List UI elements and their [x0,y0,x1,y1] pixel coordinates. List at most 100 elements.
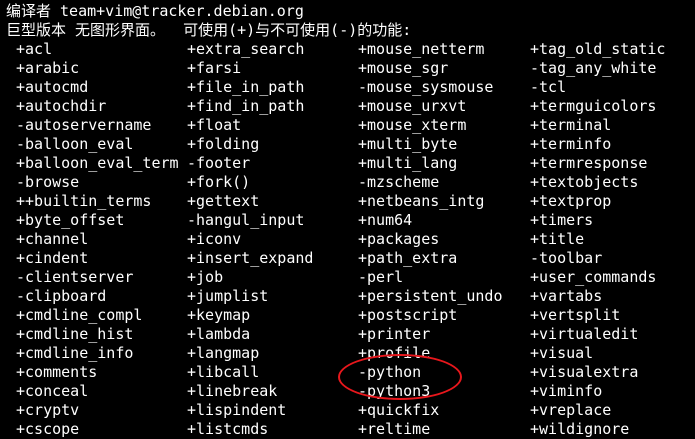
feature-item: +profile [358,344,431,362]
feature-item: +farsi [187,59,242,77]
feature-item: +find_in_path [187,97,305,115]
feature-item: +mouse_urxvt [358,97,467,115]
feature-item: +channel [16,230,89,248]
feature-item: +visualextra [530,363,639,381]
feature-item: -mouse_sysmouse [358,78,494,96]
feature-row: -clientserver +job -perl +user_commands [0,268,695,287]
feature-item: +autochdir [16,97,107,115]
feature-row: +conceal +linebreak -python3 +viminfo [0,382,695,401]
feature-row: -autoservername +float +mouse_xterm +termin… [0,116,695,135]
feature-row: +autochdir +find_in_path +mouse_urxvt +term… [0,97,695,116]
feature-item: +postscript [358,306,458,324]
feature-item: +insert_expand [187,249,314,267]
feature-item: +tag_old_static [530,40,666,58]
feature-item: +cscope [16,420,80,438]
feature-item: +title [530,230,585,248]
feature-item: +arabic [16,59,80,77]
feature-item: +autocmd [16,78,89,96]
feature-item: +keymap [187,306,251,324]
feature-item: -browse [16,173,80,191]
feature-row: ++builtin_terms +gettext +netbeans_intg +te… [0,192,695,211]
feature-item: +multi_lang [358,154,458,172]
feature-item: -tag_any_white [530,59,657,77]
feature-item: +virtualedit [530,325,639,343]
feature-item: +folding [187,135,260,153]
feature-item: +vartabs [530,287,603,305]
feature-row: +channel +iconv +packages +title [0,230,695,249]
feature-item: +lambda [187,325,251,343]
feature-item: +listcmds [187,420,269,438]
feature-item: +linebreak [187,382,278,400]
feature-item: ++builtin_terms [16,192,152,210]
feature-item: +vreplace [530,401,612,419]
feature-item: +textprop [530,192,612,210]
feature-item: +balloon_eval_term [16,154,179,172]
feature-item: +printer [358,325,431,343]
feature-row: -browse +fork() -mzscheme +textobjects [0,173,695,192]
feature-item: -footer [187,154,251,172]
feature-row: +cmdline_compl +keymap +postscript +vertspl… [0,306,695,325]
feature-item: +vertsplit [530,306,621,324]
feature-item: +jumplist [187,287,269,305]
feature-row: -balloon_eval +folding +multi_byte +terminf… [0,135,695,154]
feature-item: +timers [530,211,594,229]
feature-item: +path_extra [358,249,458,267]
feature-item: +lispindent [187,401,287,419]
feature-row: +cmdline_info +langmap +profile +visual [0,344,695,363]
feature-item: -clientserver [16,268,134,286]
feature-item: +cmdline_compl [16,306,143,324]
feature-item: -python [358,363,422,381]
feature-item: +iconv [187,230,242,248]
feature-item: +gettext [187,192,260,210]
feature-item: +textobjects [530,173,639,191]
feature-item: -python3 [358,382,431,400]
feature-item: +fork() [187,173,251,191]
feature-item: +packages [358,230,440,248]
feature-item: +termresponse [530,154,648,172]
feature-item: -toolbar [530,249,603,267]
compiler-line: 编译者 team+vim@tracker.debian.org [6,2,304,20]
feature-item: -autoservername [16,116,152,134]
feature-item: +job [187,268,224,286]
feature-item: +cmdline_info [16,344,134,362]
feature-item: +cryptv [16,401,80,419]
feature-item: +reltime [358,420,431,438]
feature-row: +arabic +farsi +mouse_sgr -tag_any_white [0,59,695,78]
feature-item: -perl [358,268,404,286]
feature-row: +cmdline_hist +lambda +printer +virtualedit [0,325,695,344]
feature-item: +comments [16,363,98,381]
feature-item: +num64 [358,211,413,229]
feature-item: -tcl [530,78,567,96]
feature-row: -clipboard +jumplist +persistent_undo +vart… [0,287,695,306]
feature-item: +viminfo [530,382,603,400]
feature-item: -hangul_input [187,211,305,229]
feature-item: +quickfix [358,401,440,419]
feature-row: +balloon_eval_term -footer +multi_lang +ter… [0,154,695,173]
feature-row: +acl +extra_search +mouse_netterm +tag_old_… [0,40,695,59]
feature-item: -balloon_eval [16,135,134,153]
feature-item: +conceal [16,382,89,400]
feature-item: +multi_byte [358,135,458,153]
feature-item: +float [187,116,242,134]
feature-row: +byte_offset -hangul_input +num64 +timers [0,211,695,230]
feature-item: -mzscheme [358,173,440,191]
feature-item: +termguicolors [530,97,657,115]
feature-item: +mouse_xterm [358,116,467,134]
feature-item: +cindent [16,249,89,267]
feature-item: +libcall [187,363,260,381]
feature-row: +autocmd +file_in_path -mouse_sysmouse -tcl [0,78,695,97]
feature-item: -clipboard [16,287,107,305]
feature-item: +wildignore [530,420,630,438]
feature-item: +cmdline_hist [16,325,134,343]
feature-item: +mouse_netterm [358,40,485,58]
feature-item: +extra_search [187,40,305,58]
feature-row: +cryptv +lispindent +quickfix +vreplace [0,401,695,420]
version-features-header: 巨型版本 无图形界面。 可使用(+)与不可使用(-)的功能: [6,21,412,39]
feature-row: +cscope +listcmds +reltime +wildignore [0,420,695,439]
feature-item: +persistent_undo [358,287,503,305]
feature-row: +cindent +insert_expand +path_extra -toolba… [0,249,695,268]
feature-item: +terminfo [530,135,612,153]
feature-row: +comments +libcall -python +visualextra [0,363,695,382]
feature-item: +user_commands [530,268,657,286]
feature-item: +visual [530,344,594,362]
